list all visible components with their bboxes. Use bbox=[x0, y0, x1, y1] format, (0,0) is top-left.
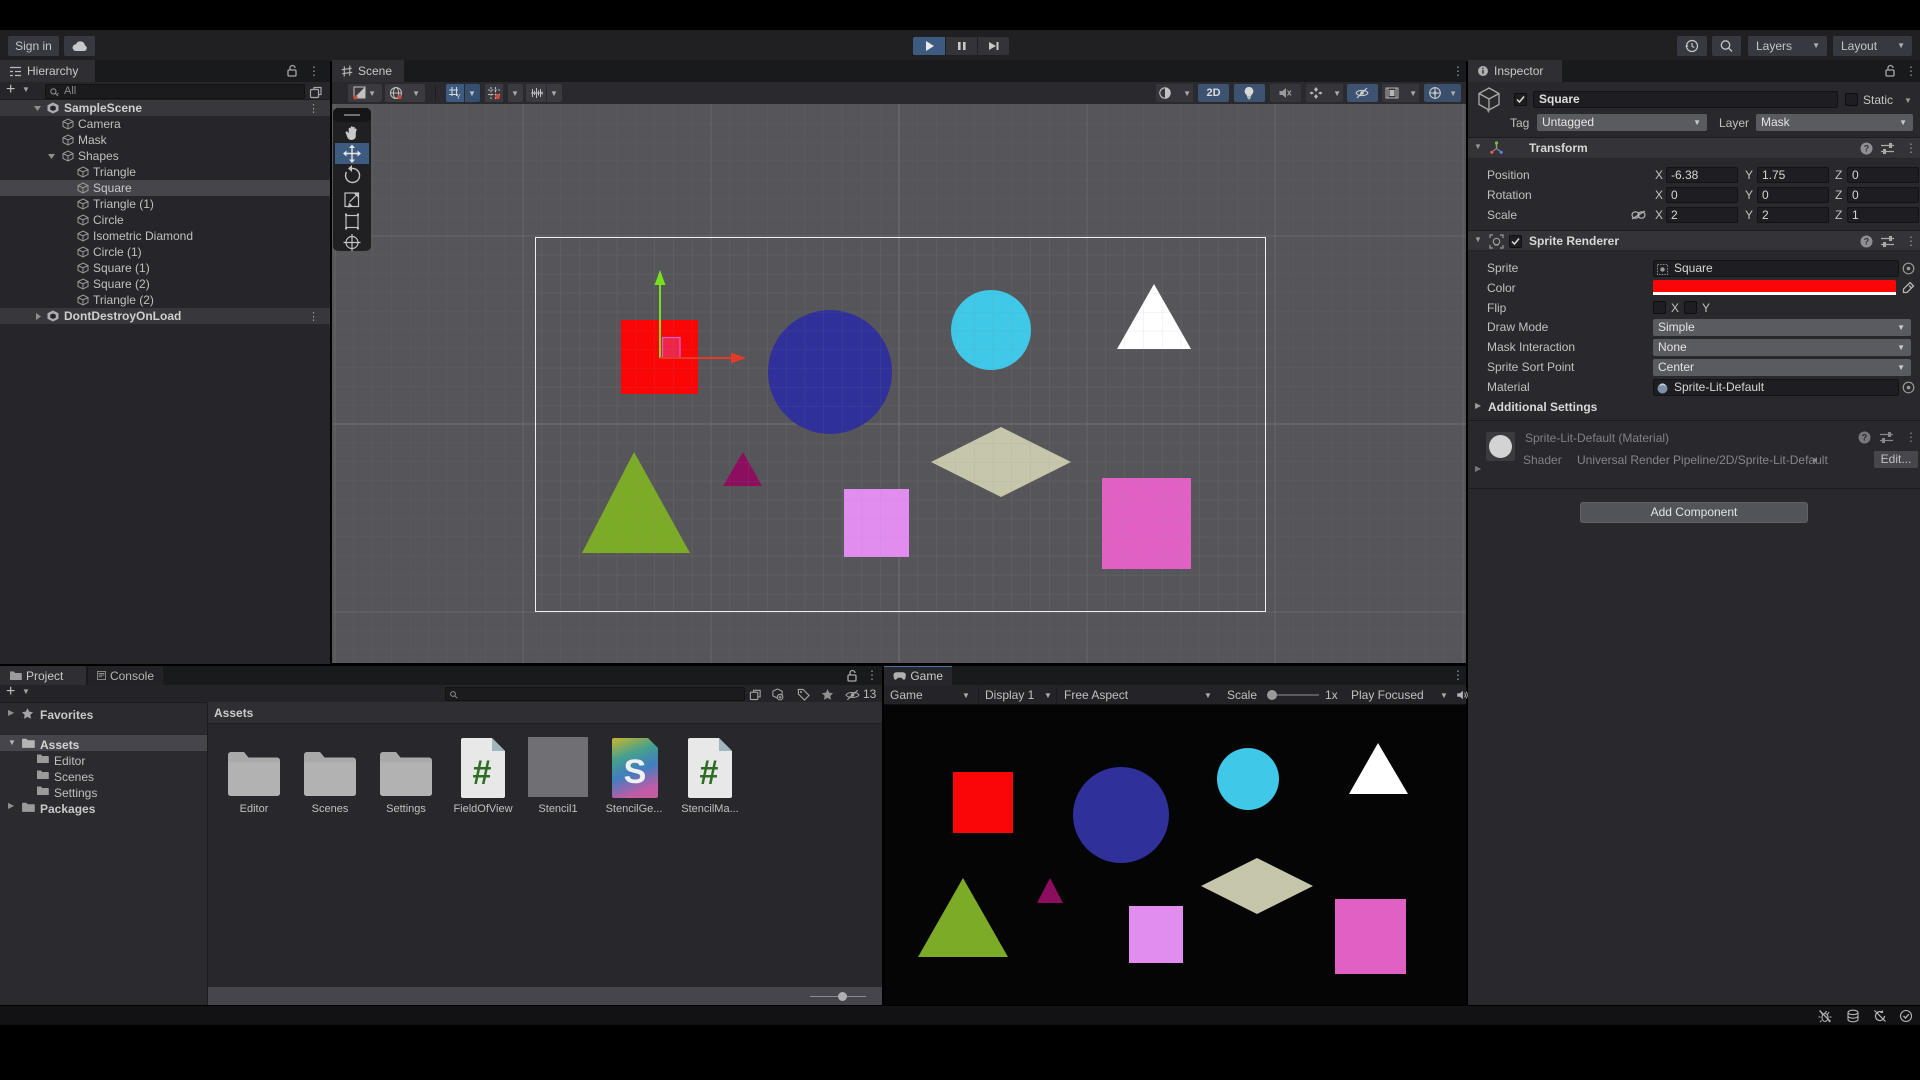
svg-text:?: ? bbox=[1864, 144, 1870, 154]
svg-text:StencilGe...: StencilGe... bbox=[606, 803, 663, 815]
svg-text:Square (2): Square (2) bbox=[93, 277, 150, 291]
svg-text:S: S bbox=[624, 753, 647, 791]
svg-text:Camera: Camera bbox=[78, 117, 121, 131]
svg-text:Mask: Mask bbox=[78, 133, 108, 147]
svg-text:Square: Square bbox=[93, 181, 132, 195]
svg-text:Y: Y bbox=[456, 94, 461, 100]
svg-text:Triangle (1): Triangle (1) bbox=[93, 197, 154, 211]
svg-text:Circle (1): Circle (1) bbox=[93, 245, 142, 259]
svg-text:StencilMa...: StencilMa... bbox=[681, 803, 738, 815]
svg-text:Settings: Settings bbox=[386, 803, 426, 815]
svg-text:?: ? bbox=[1862, 433, 1868, 443]
svg-text:⋮: ⋮ bbox=[308, 311, 319, 323]
svg-text:Shapes: Shapes bbox=[78, 149, 119, 163]
svg-text:Triangle (2): Triangle (2) bbox=[93, 293, 154, 307]
svg-text:Circle: Circle bbox=[93, 213, 124, 227]
svg-text:Stencil1: Stencil1 bbox=[538, 803, 577, 815]
svg-text:Scenes: Scenes bbox=[312, 803, 349, 815]
svg-text:DontDestroyOnLoad: DontDestroyOnLoad bbox=[64, 309, 181, 323]
svg-text:⋮: ⋮ bbox=[308, 103, 319, 115]
svg-text:SampleScene: SampleScene bbox=[64, 101, 142, 115]
svg-text:Editor: Editor bbox=[240, 803, 269, 815]
svg-text:Square (1): Square (1) bbox=[93, 261, 150, 275]
svg-text:?: ? bbox=[1864, 237, 1870, 247]
svg-text:Isometric Diamond: Isometric Diamond bbox=[93, 229, 193, 243]
svg-text:Triangle: Triangle bbox=[93, 165, 136, 179]
svg-text:FieldOfView: FieldOfView bbox=[453, 803, 512, 815]
